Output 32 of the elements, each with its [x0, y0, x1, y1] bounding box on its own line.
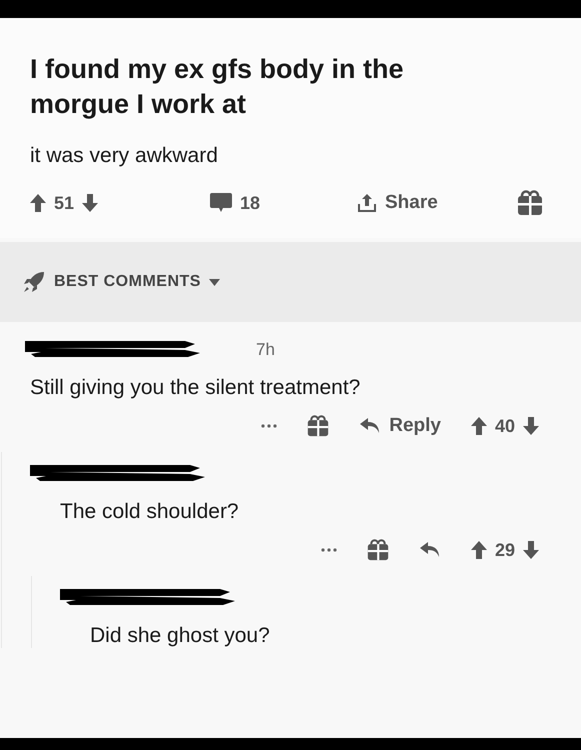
share-icon	[357, 193, 377, 213]
reply-arrow-icon	[418, 541, 441, 559]
caret-icon	[208, 278, 220, 286]
upvote-icon[interactable]	[470, 417, 487, 435]
sort-dropdown[interactable]: BEST COMMENTS	[22, 270, 220, 294]
gift-icon[interactable]	[517, 190, 543, 216]
rocket-icon	[22, 270, 46, 294]
post-body: it was very awkward	[30, 144, 219, 168]
more-options-button[interactable]	[259, 422, 280, 430]
upvote-icon[interactable]	[470, 541, 487, 559]
downvote-icon[interactable]	[523, 541, 539, 559]
comment-text: The cold shoulder?	[60, 500, 240, 524]
upvote-icon[interactable]	[30, 194, 46, 212]
comment-icon[interactable]	[210, 193, 232, 213]
comment-score: 40	[494, 416, 515, 436]
more-icon	[261, 424, 278, 428]
more-options-button[interactable]	[318, 546, 339, 554]
reply-button[interactable]: Reply	[357, 413, 443, 439]
share-button[interactable]: Share	[355, 190, 517, 216]
downvote-icon[interactable]	[82, 194, 98, 212]
comment-text: Still giving you the silent treatment?	[30, 376, 362, 400]
comment-age: 7h	[256, 340, 275, 360]
comment-count: 18	[240, 192, 260, 214]
post-score: 51	[54, 192, 74, 214]
post-title: I found my ex gfs body in the morgue I work at	[30, 53, 405, 121]
reply-arrow-icon	[359, 417, 382, 435]
gift-icon[interactable]	[307, 415, 330, 437]
gift-icon[interactable]	[366, 539, 389, 561]
comment-score: 29	[494, 540, 515, 560]
more-icon	[320, 548, 337, 552]
comment-text: Did she ghost you?	[90, 624, 271, 648]
downvote-icon[interactable]	[523, 417, 539, 435]
